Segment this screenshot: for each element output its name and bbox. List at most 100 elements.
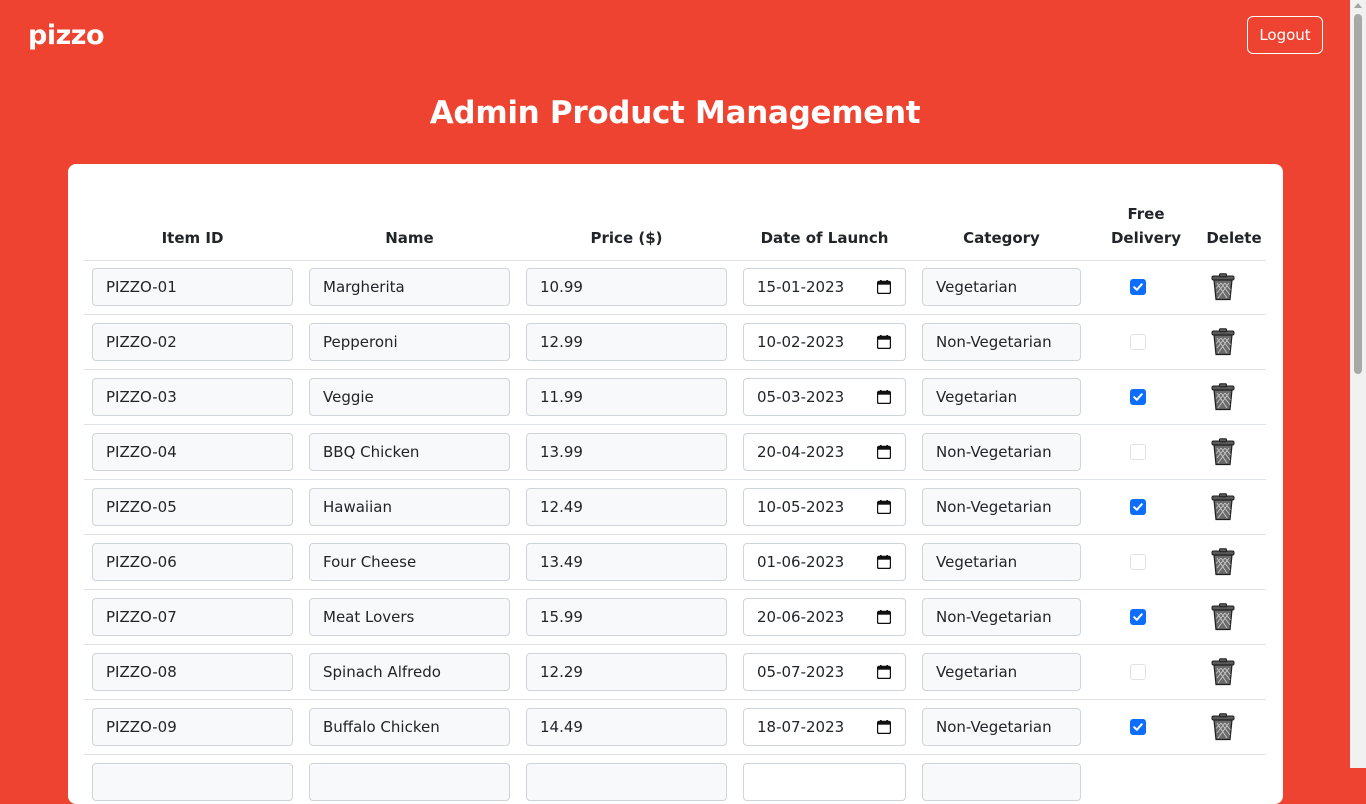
scroll-up-arrow-icon[interactable] xyxy=(1354,3,1362,8)
item-id-input[interactable]: PIZZO-02 xyxy=(92,323,293,361)
price-input[interactable]: 12.49 xyxy=(526,488,727,526)
launch-date-input[interactable] xyxy=(743,763,906,801)
free-delivery-checkbox[interactable] xyxy=(1130,554,1146,570)
free-delivery-checkbox[interactable] xyxy=(1130,279,1146,295)
name-input[interactable]: Spinach Alfredo xyxy=(309,653,510,691)
launch-date-input[interactable]: 05-07-2023 xyxy=(743,653,906,691)
category-input[interactable]: Non-Vegetarian xyxy=(922,433,1081,471)
price-input[interactable]: 15.99 xyxy=(526,598,727,636)
trash-icon[interactable] xyxy=(1210,438,1236,466)
launch-date-input[interactable]: 05-03-2023 xyxy=(743,378,906,416)
calendar-icon[interactable] xyxy=(877,335,891,349)
name-input[interactable]: Margherita xyxy=(309,268,510,306)
calendar-icon[interactable] xyxy=(877,610,891,624)
calendar-icon[interactable] xyxy=(877,390,891,404)
item-id-input[interactable]: PIZZO-01 xyxy=(92,268,293,306)
table-row: PIZZO-07 Meat Lovers 15.99 20-06-2023 Non-Ve… xyxy=(84,590,1266,645)
table-row: PIZZO-03 Veggie 11.99 05-03-2023 Vegetarian xyxy=(84,370,1266,425)
name-input-value: Pepperoni xyxy=(323,333,398,351)
free-delivery-checkbox[interactable] xyxy=(1130,444,1146,460)
trash-icon[interactable] xyxy=(1210,493,1236,521)
name-input[interactable]: Pepperoni xyxy=(309,323,510,361)
launch-date-input[interactable]: 20-06-2023 xyxy=(743,598,906,636)
trash-icon[interactable] xyxy=(1210,383,1236,411)
name-input-value: Margherita xyxy=(323,278,405,296)
category-input-value: Non-Vegetarian xyxy=(936,443,1052,461)
item-id-input[interactable]: PIZZO-04 xyxy=(92,433,293,471)
name-input[interactable]: Meat Lovers xyxy=(309,598,510,636)
brand-logo[interactable]: pizzo xyxy=(28,20,105,51)
launch-date-input[interactable]: 18-07-2023 xyxy=(743,708,906,746)
category-input[interactable]: Vegetarian xyxy=(922,268,1081,306)
item-id-input[interactable] xyxy=(92,763,293,801)
free-delivery-checkbox[interactable] xyxy=(1130,499,1146,515)
calendar-icon[interactable] xyxy=(877,665,891,679)
calendar-icon[interactable] xyxy=(877,280,891,294)
price-input[interactable]: 14.49 xyxy=(526,708,727,746)
category-input[interactable]: Non-Vegetarian xyxy=(922,598,1081,636)
trash-icon[interactable] xyxy=(1210,548,1236,576)
item-id-input-value: PIZZO-03 xyxy=(106,388,177,406)
calendar-icon[interactable] xyxy=(877,445,891,459)
launch-date-input-value: 20-06-2023 xyxy=(757,608,845,626)
trash-icon[interactable] xyxy=(1210,273,1236,301)
item-id-input[interactable]: PIZZO-09 xyxy=(92,708,293,746)
category-input[interactable]: Non-Vegetarian xyxy=(922,488,1081,526)
logout-button[interactable]: Logout xyxy=(1247,16,1323,54)
category-input[interactable]: Non-Vegetarian xyxy=(922,708,1081,746)
price-input[interactable]: 11.99 xyxy=(526,378,727,416)
item-id-input[interactable]: PIZZO-08 xyxy=(92,653,293,691)
table-row: PIZZO-01 Margherita 10.99 15-01-2023 Vegetar… xyxy=(84,260,1266,315)
column-header-item-id: Item ID xyxy=(161,229,224,247)
trash-icon[interactable] xyxy=(1210,328,1236,356)
page-title: Admin Product Management xyxy=(429,95,921,131)
launch-date-input[interactable]: 01-06-2023 xyxy=(743,543,906,581)
calendar-icon[interactable] xyxy=(877,555,891,569)
name-input-value: Buffalo Chicken xyxy=(323,718,440,736)
trash-icon[interactable] xyxy=(1210,713,1236,741)
price-input[interactable]: 12.99 xyxy=(526,323,727,361)
free-delivery-checkbox[interactable] xyxy=(1130,609,1146,625)
free-delivery-checkbox[interactable] xyxy=(1130,389,1146,405)
table-row: PIZZO-06 Four Cheese 13.49 01-06-2023 Vegeta… xyxy=(84,535,1266,590)
free-delivery-checkbox[interactable] xyxy=(1130,664,1146,680)
trash-icon[interactable] xyxy=(1210,603,1236,631)
price-input[interactable]: 13.99 xyxy=(526,433,727,471)
item-id-input[interactable]: PIZZO-07 xyxy=(92,598,293,636)
item-id-input[interactable]: PIZZO-06 xyxy=(92,543,293,581)
name-input[interactable]: BBQ Chicken xyxy=(309,433,510,471)
launch-date-input[interactable]: 15-01-2023 xyxy=(743,268,906,306)
free-delivery-checkbox[interactable] xyxy=(1130,719,1146,735)
products-table-card: Item ID Name Price ($) Date of Launch Ca… xyxy=(68,164,1283,804)
category-input-value: Vegetarian xyxy=(936,278,1018,296)
launch-date-input[interactable]: 10-05-2023 xyxy=(743,488,906,526)
scrollbar-thumb[interactable] xyxy=(1354,14,1362,374)
calendar-icon[interactable] xyxy=(877,500,891,514)
launch-date-input[interactable]: 10-02-2023 xyxy=(743,323,906,361)
category-input[interactable]: Vegetarian xyxy=(922,653,1081,691)
category-input[interactable] xyxy=(922,763,1081,801)
name-input[interactable]: Buffalo Chicken xyxy=(309,708,510,746)
price-input-value: 13.99 xyxy=(540,443,583,461)
name-input[interactable]: Hawaiian xyxy=(309,488,510,526)
price-input-value: 12.99 xyxy=(540,333,583,351)
vertical-scrollbar[interactable] xyxy=(1350,0,1366,768)
launch-date-input[interactable]: 20-04-2023 xyxy=(743,433,906,471)
price-input[interactable]: 12.29 xyxy=(526,653,727,691)
price-input[interactable] xyxy=(526,763,727,801)
price-input[interactable]: 13.49 xyxy=(526,543,727,581)
item-id-input[interactable]: PIZZO-03 xyxy=(92,378,293,416)
category-input[interactable]: Non-Vegetarian xyxy=(922,323,1081,361)
item-id-input[interactable]: PIZZO-05 xyxy=(92,488,293,526)
category-input[interactable]: Vegetarian xyxy=(922,543,1081,581)
launch-date-input-value: 10-02-2023 xyxy=(757,333,845,351)
free-delivery-checkbox[interactable] xyxy=(1130,334,1146,350)
name-input[interactable]: Veggie xyxy=(309,378,510,416)
category-input[interactable]: Vegetarian xyxy=(922,378,1081,416)
price-input[interactable]: 10.99 xyxy=(526,268,727,306)
calendar-icon[interactable] xyxy=(877,720,891,734)
name-input[interactable]: Four Cheese xyxy=(309,543,510,581)
name-input[interactable] xyxy=(309,763,510,801)
trash-icon[interactable] xyxy=(1210,658,1236,686)
launch-date-input-value: 01-06-2023 xyxy=(757,553,845,571)
